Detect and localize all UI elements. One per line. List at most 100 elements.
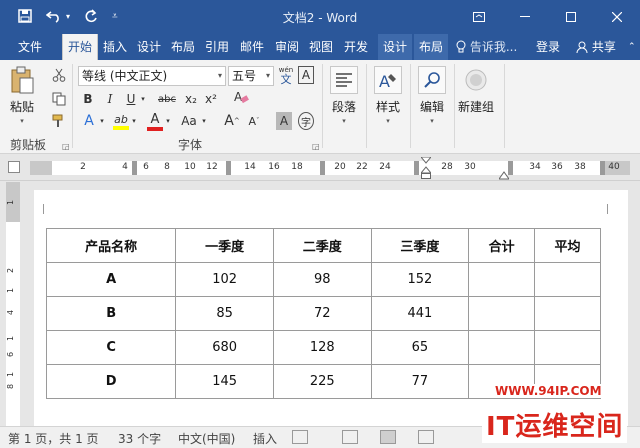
copy-icon[interactable]	[50, 90, 68, 108]
table-cell[interactable]	[468, 296, 536, 331]
login-link[interactable]: 登录	[536, 34, 560, 60]
table-cell[interactable]: B	[45, 296, 177, 331]
page-count[interactable]: 第 1 页，共 1 页	[8, 430, 99, 447]
ruler-number: 18	[291, 162, 303, 172]
tab-table-layout[interactable]: 布局	[414, 34, 448, 60]
tab-file[interactable]: 文件	[10, 34, 50, 60]
bold-button[interactable]: B	[80, 90, 96, 108]
table-cell[interactable]: 72	[272, 296, 372, 331]
table-cell[interactable]: 145	[175, 364, 274, 399]
superscript-button[interactable]: x²	[202, 90, 220, 108]
table-cell[interactable]	[534, 296, 601, 331]
strikethrough-button[interactable]: abc	[156, 90, 178, 108]
table-header-cell[interactable]: 三季度	[370, 228, 470, 263]
tab-table-design[interactable]: 设计	[378, 34, 412, 60]
italic-button[interactable]: I	[102, 90, 118, 108]
styles-button[interactable]: A 样式 ▾	[374, 66, 402, 125]
ribbon-display-icon[interactable]	[456, 0, 502, 34]
character-border-button[interactable]: A	[298, 66, 314, 84]
chevron-down-icon[interactable]: ▾	[98, 112, 106, 130]
clear-formatting-icon[interactable]: A	[232, 88, 250, 106]
table-header-cell[interactable]: 合计	[468, 228, 536, 263]
text-effects-button[interactable]: A	[80, 112, 98, 130]
tab-view[interactable]: 视图	[306, 34, 336, 60]
table-cell[interactable]: 98	[272, 262, 372, 297]
column-marker[interactable]	[320, 161, 325, 175]
cut-icon[interactable]	[50, 66, 68, 84]
character-shading-button[interactable]: A	[276, 112, 292, 130]
maximize-icon[interactable]	[548, 0, 594, 34]
table-cell[interactable]: 680	[175, 330, 274, 365]
table-header-cell[interactable]: 一季度	[175, 228, 274, 263]
ruler-number: 2	[6, 267, 16, 274]
tab-layout[interactable]: 布局	[168, 34, 198, 60]
column-marker[interactable]	[226, 161, 231, 175]
chevron-down-icon[interactable]: ▾	[138, 90, 148, 108]
macro-record-icon[interactable]	[292, 430, 308, 444]
table-header-cell[interactable]: 平均	[534, 228, 601, 263]
tab-review[interactable]: 审阅	[272, 34, 302, 60]
change-case-button[interactable]: Aa	[178, 112, 200, 130]
table-cell[interactable]	[468, 262, 536, 297]
table-header-cell[interactable]: 产品名称	[45, 228, 177, 263]
table-cell[interactable]: A	[45, 262, 177, 297]
table-cell[interactable]: 65	[370, 330, 470, 365]
tab-home[interactable]: 开始	[62, 34, 98, 60]
web-layout-icon[interactable]	[418, 430, 434, 444]
tab-developer[interactable]: 开发	[341, 34, 371, 60]
tab-design[interactable]: 设计	[134, 34, 164, 60]
indent-marker[interactable]	[419, 156, 433, 179]
tab-mailings[interactable]: 邮件	[237, 34, 267, 60]
table-cell[interactable]	[534, 330, 601, 365]
table-cell[interactable]: 225	[272, 364, 372, 399]
font-color-button[interactable]: A	[146, 110, 164, 132]
collapse-ribbon-icon[interactable]: ⌃	[628, 42, 636, 52]
word-count[interactable]: 33 个字	[118, 430, 161, 447]
paste-button[interactable]: 粘贴 ▾	[8, 66, 36, 125]
underline-button[interactable]: U	[124, 90, 138, 108]
tell-me-box[interactable]: 告诉我...	[456, 34, 517, 60]
paragraph-button[interactable]: 段落 ▾	[330, 66, 358, 125]
print-layout-icon[interactable]	[380, 430, 396, 444]
read-mode-icon[interactable]	[342, 430, 358, 444]
table-header-cell[interactable]: 二季度	[272, 228, 372, 263]
table-cell[interactable]	[534, 262, 601, 297]
table-cell[interactable]: 85	[175, 296, 274, 331]
new-group-button[interactable]: 新建组	[458, 66, 494, 115]
editing-button[interactable]: 编辑 ▾	[418, 66, 446, 125]
clipboard-launcher-icon[interactable]: ◲	[62, 142, 70, 151]
chevron-down-icon[interactable]: ▾	[200, 112, 208, 130]
font-name-combo[interactable]: 等线 (中文正文) ▾	[78, 66, 226, 86]
table-cell[interactable]: 152	[370, 262, 470, 297]
tab-references[interactable]: 引用	[202, 34, 232, 60]
right-indent-marker[interactable]	[498, 169, 510, 180]
table-cell[interactable]	[468, 330, 536, 365]
grow-font-button[interactable]: A ^	[224, 112, 240, 130]
font-size-combo[interactable]: 五号 ▾	[228, 66, 274, 86]
table-cell[interactable]: C	[45, 330, 177, 365]
data-table[interactable]: 产品名称 一季度 二季度 三季度 合计 平均 A 102 98 152 B 85…	[45, 228, 601, 399]
tab-insert[interactable]: 插入	[100, 34, 130, 60]
tab-selector-icon[interactable]	[8, 161, 20, 173]
close-icon[interactable]	[594, 0, 640, 34]
shrink-font-button[interactable]: Aˇ	[246, 112, 262, 130]
chevron-down-icon[interactable]: ▾	[130, 112, 138, 130]
language-indicator[interactable]: 中文(中国)	[178, 430, 235, 447]
insert-mode-indicator[interactable]: 插入	[253, 430, 277, 447]
table-cell[interactable]: 441	[370, 296, 470, 331]
subscript-button[interactable]: x₂	[182, 90, 200, 108]
chevron-down-icon[interactable]: ▾	[164, 112, 172, 130]
minimize-icon[interactable]	[502, 0, 548, 34]
format-painter-icon[interactable]	[50, 112, 68, 130]
table-cell[interactable]: D	[45, 364, 177, 399]
highlight-button[interactable]: ab	[112, 110, 130, 132]
share-button[interactable]: 共享	[576, 34, 616, 60]
search-icon	[418, 66, 446, 94]
table-cell[interactable]: 102	[175, 262, 274, 297]
phonetic-guide-button[interactable]: wén 文	[276, 64, 296, 86]
column-marker[interactable]	[414, 161, 419, 175]
table-cell[interactable]: 77	[370, 364, 470, 399]
enclose-characters-button[interactable]: 字	[298, 112, 314, 130]
table-cell[interactable]: 128	[272, 330, 372, 365]
font-launcher-icon[interactable]: ◲	[312, 142, 320, 151]
